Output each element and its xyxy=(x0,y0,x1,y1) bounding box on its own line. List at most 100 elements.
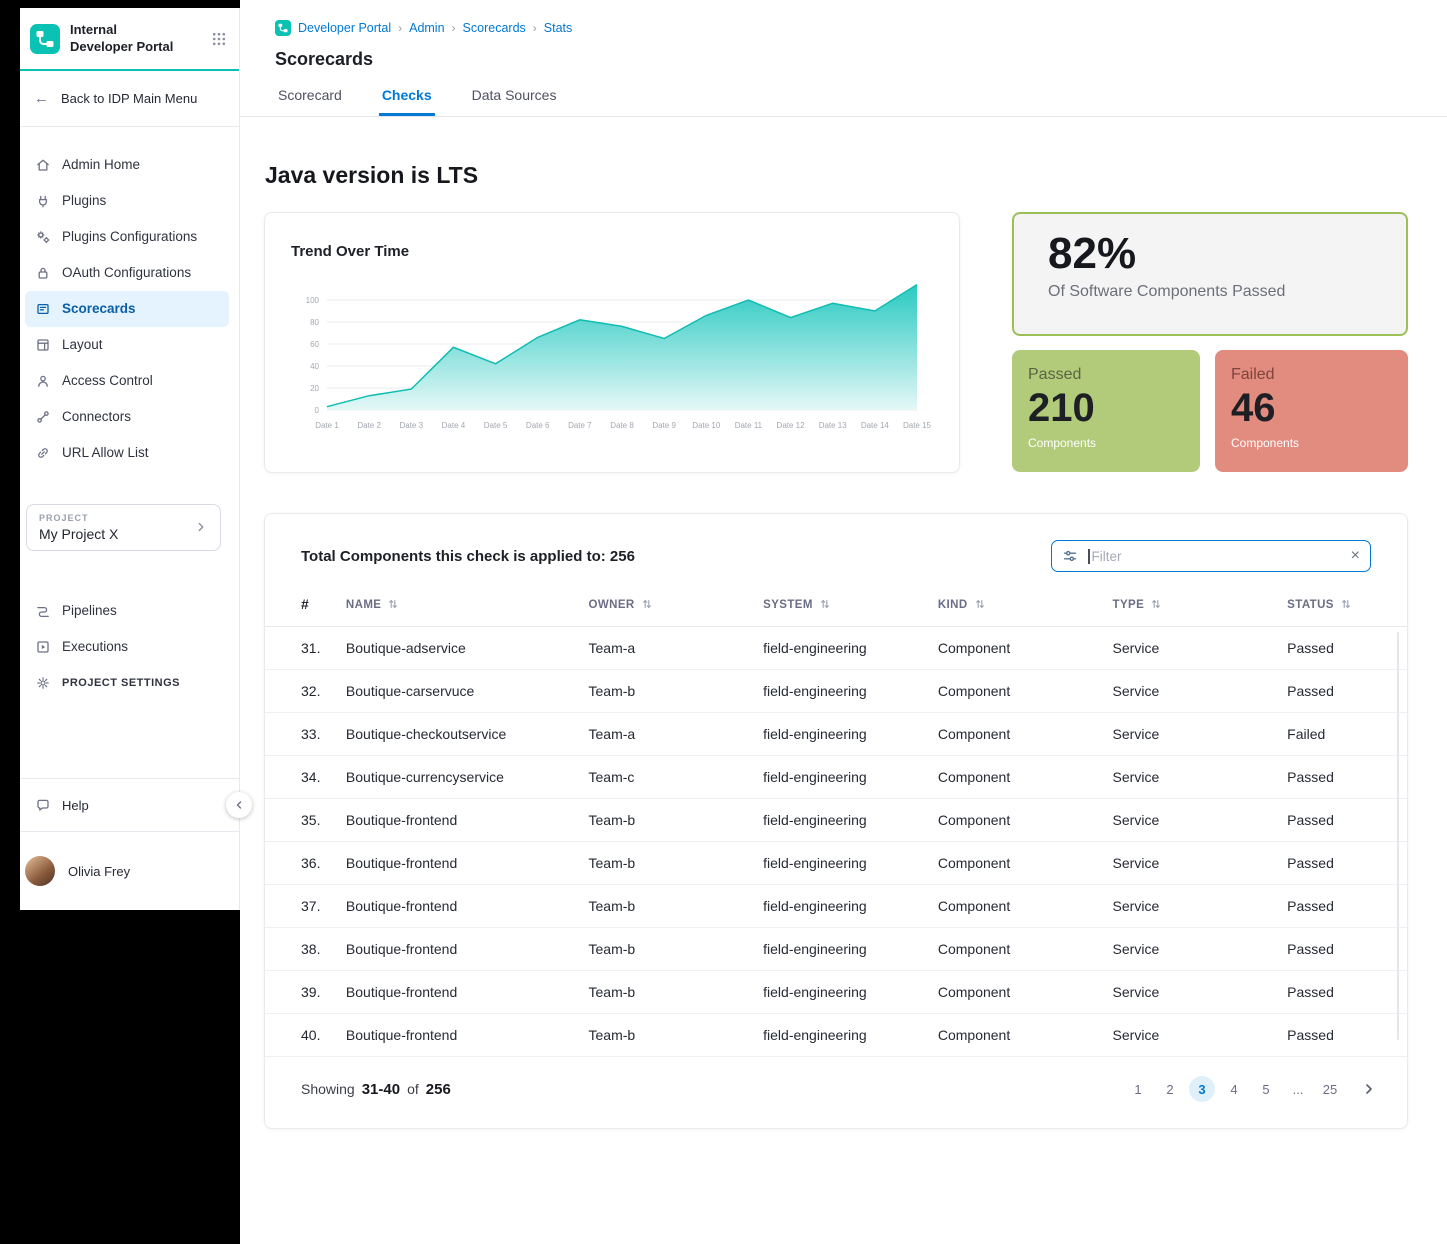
svg-text:Date 2: Date 2 xyxy=(357,421,381,430)
table-row[interactable]: 39.Boutique-frontendTeam-bfield-engineer… xyxy=(265,971,1407,1014)
column-type[interactable]: TYPE xyxy=(1113,590,1288,627)
name-cell: Boutique-frontend xyxy=(346,799,589,842)
breadcrumb-separator: › xyxy=(398,21,402,35)
chevron-left-icon xyxy=(233,799,245,811)
page-4[interactable]: 4 xyxy=(1221,1076,1247,1102)
breadcrumb-admin[interactable]: Admin xyxy=(409,21,444,35)
breadcrumb-separator: › xyxy=(452,21,456,35)
page-1[interactable]: 1 xyxy=(1125,1076,1151,1102)
column-status[interactable]: STATUS xyxy=(1287,590,1407,627)
name-cell: Boutique-checkoutservice xyxy=(346,713,589,756)
table-row[interactable]: 37.Boutique-frontendTeam-bfield-engineer… xyxy=(265,885,1407,928)
owner-cell: Team-c xyxy=(589,756,764,799)
sidebar-item-oauth-configurations[interactable]: OAuth Configurations xyxy=(25,255,229,291)
app-title-line2: Developer Portal xyxy=(70,39,173,56)
screen: Internal Developer Portal ← Back to IDP … xyxy=(0,0,1447,1244)
scorecard-icon xyxy=(34,301,51,317)
sidebar-item-layout[interactable]: Layout xyxy=(25,327,229,363)
sidebar-item-plugins-configurations[interactable]: Plugins Configurations xyxy=(25,219,229,255)
sidebar-item-plugins[interactable]: Plugins xyxy=(25,183,229,219)
owner-cell: Team-a xyxy=(589,627,764,670)
next-page-button[interactable] xyxy=(1361,1081,1377,1097)
type-cell: Service xyxy=(1113,799,1288,842)
table-row[interactable]: 35.Boutique-frontendTeam-bfield-engineer… xyxy=(265,799,1407,842)
sort-icon[interactable] xyxy=(641,598,653,610)
components-table: # NAME OWNER SYSTEM KIND TYPE STATUS 31.… xyxy=(265,590,1407,1057)
svg-text:Date 13: Date 13 xyxy=(819,421,848,430)
svg-text:Date 7: Date 7 xyxy=(568,421,592,430)
sidebar-item-executions[interactable]: Executions xyxy=(25,629,229,665)
sort-icon[interactable] xyxy=(974,598,986,610)
sidebar-item-url-allow-list[interactable]: URL Allow List xyxy=(25,435,229,471)
sidebar-item-access-control[interactable]: Access Control xyxy=(25,363,229,399)
sidebar-item-scorecards[interactable]: Scorecards xyxy=(25,291,229,327)
app-title-line1: Internal xyxy=(70,22,173,39)
table-row[interactable]: 36.Boutique-frontendTeam-bfield-engineer… xyxy=(265,842,1407,885)
user-avatar xyxy=(25,856,55,886)
column-system[interactable]: SYSTEM xyxy=(763,590,938,627)
sort-icon[interactable] xyxy=(1150,598,1162,610)
trend-over-time-card: Trend Over Time 020406080100Date 1Date 2… xyxy=(264,212,960,473)
column-name[interactable]: NAME xyxy=(346,590,589,627)
sidebar-collapse-handle[interactable] xyxy=(226,792,252,818)
sort-icon[interactable] xyxy=(819,598,831,610)
filter-input[interactable] xyxy=(1091,549,1351,564)
chart-title: Trend Over Time xyxy=(291,243,933,260)
back-to-main-menu[interactable]: ← Back to IDP Main Menu xyxy=(20,71,239,127)
breadcrumb-scorecards[interactable]: Scorecards xyxy=(463,21,526,35)
num-cell: 40. xyxy=(265,1014,346,1057)
table-row[interactable]: 40.Boutique-frontendTeam-bfield-engineer… xyxy=(265,1014,1407,1057)
tab-scorecard[interactable]: Scorecard xyxy=(275,87,345,116)
passed-card: Passed 210 Components xyxy=(1012,350,1200,472)
page-3[interactable]: 3 xyxy=(1189,1076,1215,1102)
idp-logo-icon xyxy=(30,24,60,54)
status-cell: Passed xyxy=(1287,842,1407,885)
clear-filter-icon[interactable]: × xyxy=(1351,548,1360,564)
table-row[interactable]: 32.Boutique-carservuceTeam-bfield-engine… xyxy=(265,670,1407,713)
num-cell: 39. xyxy=(265,971,346,1014)
sidebar-item-pipelines[interactable]: Pipelines xyxy=(25,593,229,629)
sidebar-item-connectors[interactable]: Connectors xyxy=(25,399,229,435)
page-5[interactable]: 5 xyxy=(1253,1076,1279,1102)
filter-box: × xyxy=(1051,540,1371,572)
text-caret xyxy=(1088,549,1090,564)
table-row[interactable]: 38.Boutique-frontendTeam-bfield-engineer… xyxy=(265,928,1407,971)
page-2[interactable]: 2 xyxy=(1157,1076,1183,1102)
column-kind[interactable]: KIND xyxy=(938,590,1113,627)
table-row[interactable]: 31.Boutique-adserviceTeam-afield-enginee… xyxy=(265,627,1407,670)
sidebar-item-admin-home[interactable]: Admin Home xyxy=(25,147,229,183)
num-cell: 31. xyxy=(265,627,346,670)
column-owner[interactable]: OWNER xyxy=(589,590,764,627)
tab-data-sources[interactable]: Data Sources xyxy=(469,87,560,116)
check-heading: Java version is LTS xyxy=(265,162,1447,189)
help-item[interactable]: Help xyxy=(20,779,239,831)
sort-icon[interactable] xyxy=(1340,598,1352,610)
table-scrollbar[interactable] xyxy=(1397,632,1399,1040)
passed-value: 210 xyxy=(1028,388,1184,428)
system-cell: field-engineering xyxy=(763,1014,938,1057)
name-cell: Boutique-frontend xyxy=(346,885,589,928)
page-25[interactable]: 25 xyxy=(1317,1076,1343,1102)
table-header-row: # NAME OWNER SYSTEM KIND TYPE STATUS xyxy=(265,590,1407,627)
showing-of: of xyxy=(407,1081,419,1097)
gear-icon xyxy=(34,675,51,691)
breadcrumb-stats: Stats xyxy=(544,21,573,35)
type-cell: Service xyxy=(1113,756,1288,799)
user-name: Olivia Frey xyxy=(68,864,130,879)
project-selector[interactable]: PROJECT My Project X xyxy=(26,504,221,551)
sidebar-secondary-nav: Pipelines Executions PROJECT SETTINGS xyxy=(20,573,239,701)
apps-grid-icon[interactable] xyxy=(211,31,227,47)
table-row[interactable]: 33.Boutique-checkoutserviceTeam-afield-e… xyxy=(265,713,1407,756)
table-row[interactable]: 34.Boutique-currencyserviceTeam-cfield-e… xyxy=(265,756,1407,799)
pass-rate-caption: Of Software Components Passed xyxy=(1048,283,1372,301)
sort-icon[interactable] xyxy=(387,598,399,610)
status-cell: Passed xyxy=(1287,928,1407,971)
user-menu[interactable]: Olivia Frey xyxy=(20,831,239,910)
plug-icon xyxy=(34,193,51,209)
sidebar-item-project-settings[interactable]: PROJECT SETTINGS xyxy=(25,665,229,701)
breadcrumb-developer-portal[interactable]: Developer Portal xyxy=(298,21,391,35)
system-cell: field-engineering xyxy=(763,842,938,885)
svg-text:20: 20 xyxy=(310,384,319,393)
tab-checks[interactable]: Checks xyxy=(379,87,435,116)
system-cell: field-engineering xyxy=(763,799,938,842)
